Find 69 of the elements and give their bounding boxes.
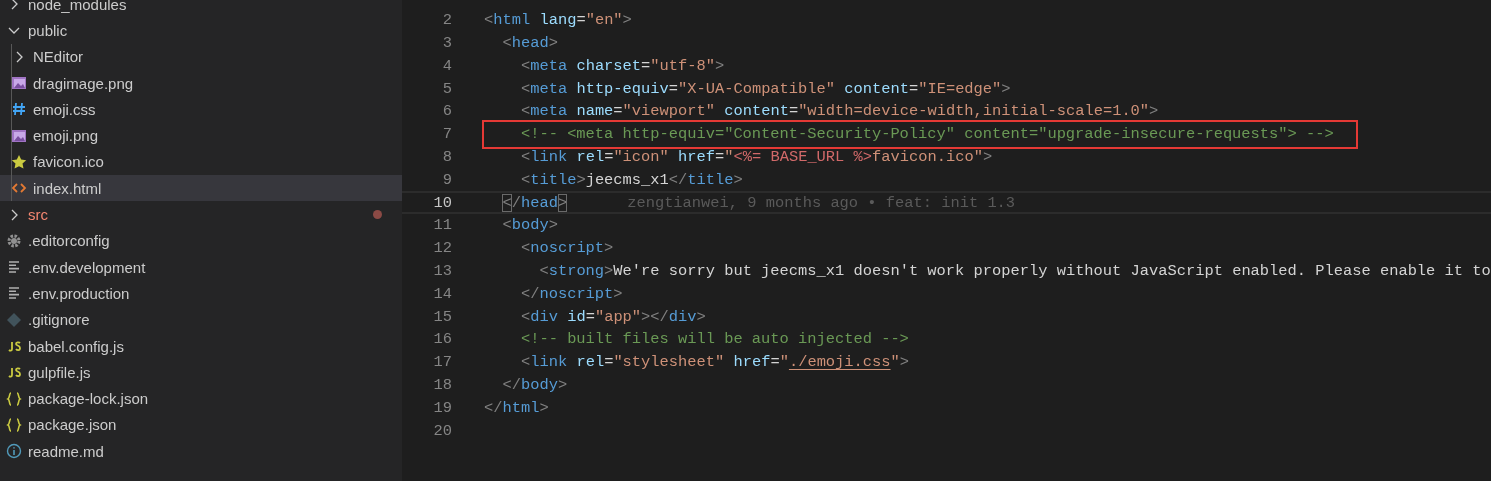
code-line: <noscript> bbox=[519, 239, 614, 258]
file-tree-item[interactable]: babel.config.js bbox=[0, 332, 402, 360]
image-icon bbox=[11, 127, 27, 144]
file-tree-item[interactable]: .editorconfig bbox=[0, 227, 402, 254]
line-number: 20 bbox=[432, 421, 452, 440]
file-tree-item[interactable]: package.json bbox=[0, 411, 402, 439]
code-line: <body> bbox=[501, 216, 558, 235]
file-tree-item[interactable]: favicon.ico bbox=[0, 148, 402, 176]
line-number: 14 bbox=[432, 284, 452, 303]
js-icon bbox=[6, 338, 22, 354]
file-tree-item[interactable]: NEditor bbox=[0, 43, 402, 70]
line-number: 10 bbox=[432, 193, 452, 212]
line-number: 3 bbox=[441, 34, 452, 52]
line-number: 7 bbox=[441, 125, 452, 144]
line-number: 17 bbox=[432, 353, 452, 372]
file-tree-item[interactable]: package-lock.json bbox=[0, 385, 402, 412]
code-line: <!-- built files will be auto injected --> bbox=[519, 330, 909, 349]
code-line: <link rel="icon" href="<%= BASE_URL %>favicon.ico"> bbox=[519, 147, 993, 166]
file-tree-item[interactable]: public bbox=[0, 17, 402, 44]
line-number: 9 bbox=[441, 170, 452, 189]
star-icon bbox=[11, 153, 27, 170]
code-line: </noscript> bbox=[519, 284, 623, 303]
image-icon bbox=[11, 75, 27, 92]
file-tree-item[interactable]: src bbox=[0, 201, 402, 228]
braces-icon bbox=[6, 390, 22, 407]
line-number: 16 bbox=[432, 330, 452, 349]
line-number: 15 bbox=[432, 307, 452, 326]
file-tree-item[interactable]: index.html bbox=[0, 175, 402, 202]
line-number: 18 bbox=[432, 375, 452, 394]
line-number: 2 bbox=[441, 11, 452, 30]
gear-icon bbox=[6, 232, 22, 249]
lines-icon bbox=[6, 285, 22, 302]
file-tree-item[interactable]: gulpfile.js bbox=[0, 359, 402, 386]
file-tree-item[interactable]: dragimage.png bbox=[0, 69, 402, 97]
line-number: 4 bbox=[441, 56, 452, 75]
code-line: <head> bbox=[501, 34, 558, 52]
code-line: </html> bbox=[484, 398, 549, 417]
line-number: 5 bbox=[441, 79, 452, 98]
braces-icon bbox=[6, 416, 22, 433]
code-line: <title>jeecms_x1</title> bbox=[519, 170, 743, 189]
code-line: <!-- <meta http-equiv="Content-Security-Policy" content="upgrade-insecure-requests"> --> bbox=[519, 125, 1334, 144]
lines-icon bbox=[6, 259, 22, 276]
code-line: <div id="app"></div> bbox=[519, 307, 706, 326]
line-number: 8 bbox=[441, 147, 452, 166]
file-tree-item[interactable]: emoji.png bbox=[0, 122, 402, 149]
file-tree-item[interactable]: readme.md bbox=[0, 438, 402, 465]
code-line: <meta http-equiv="X-UA-Compatible" content="IE=edge"> bbox=[519, 79, 1011, 98]
js-icon bbox=[6, 364, 22, 381]
file-tree-item[interactable]: .env.development bbox=[0, 253, 402, 281]
modified-dot bbox=[373, 210, 382, 220]
code-line: <meta name="viewport" content="width=device-width,initial-scale=1.0"> bbox=[519, 102, 1159, 121]
code-line: </body> bbox=[501, 375, 568, 394]
file-tree-item[interactable]: .env.production bbox=[0, 280, 402, 307]
line-number: 19 bbox=[432, 398, 452, 417]
code-line: <link rel="stylesheet" href="./emoji.css"> bbox=[519, 353, 910, 372]
blame-annotation: zengtianwei, 9 months ago • feat: init 1.3 bbox=[627, 193, 1016, 212]
line-number: 13 bbox=[432, 261, 452, 280]
info-icon bbox=[6, 443, 22, 460]
file-tree-item[interactable]: .gitignore bbox=[0, 306, 402, 333]
diamond-icon bbox=[6, 311, 22, 328]
code-line: </head> bbox=[501, 193, 568, 212]
file-tree-item[interactable]: emoji.css bbox=[0, 96, 402, 123]
line-number: 12 bbox=[432, 239, 452, 258]
hash-icon bbox=[11, 101, 27, 118]
line-number: 11 bbox=[432, 216, 452, 235]
code-line: <strong>We're sorry but jeecms_x1 doesn't work properly without JavaScript enabled. Please enable it to bbox=[538, 261, 1491, 280]
code-line: <html lang="en"> bbox=[484, 11, 632, 30]
line-number: 6 bbox=[441, 102, 452, 121]
code-line: <meta charset="utf-8"> bbox=[519, 56, 725, 75]
